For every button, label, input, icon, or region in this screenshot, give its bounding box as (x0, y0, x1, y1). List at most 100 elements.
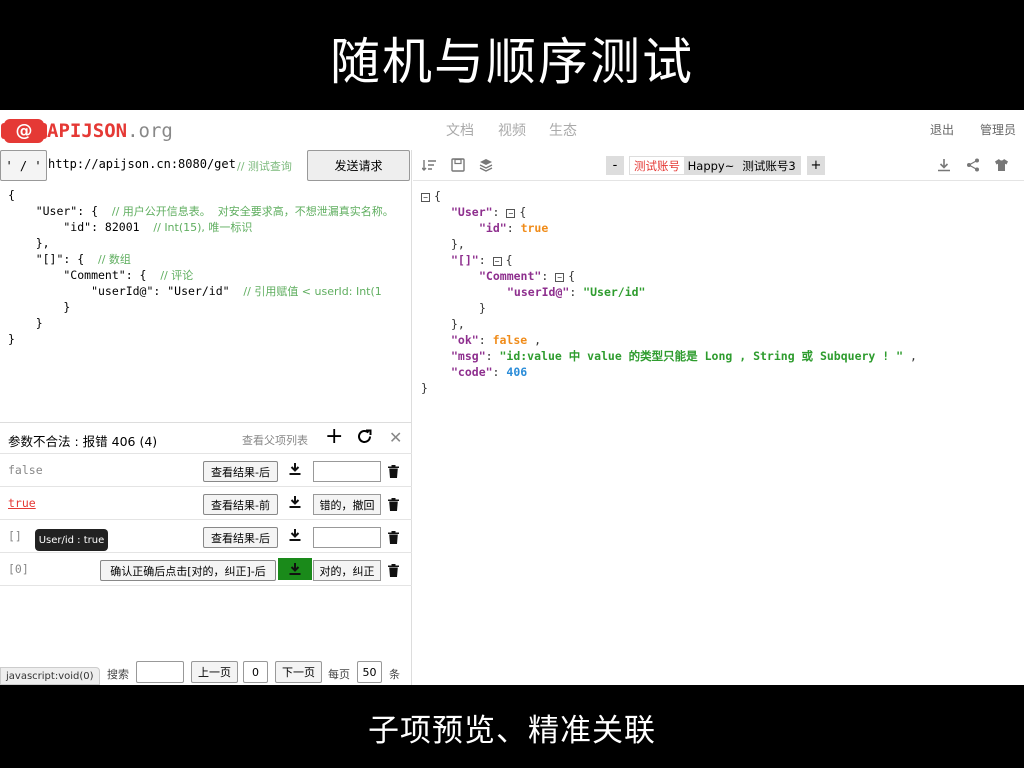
code-text: "id": 82001 (8, 220, 154, 234)
nav-docs[interactable]: 文档 (446, 120, 474, 140)
collapse-icon[interactable]: − (506, 209, 516, 218)
row-value: [0] (8, 562, 29, 576)
collapse-icon[interactable]: − (555, 273, 565, 282)
plus-icon[interactable]: + (325, 425, 343, 449)
code-line: } (8, 315, 43, 331)
code-line: }, (8, 235, 50, 251)
slide-subtitle: 子项预览、精准关联 (368, 713, 656, 749)
response-panel: - 测试账号 Happy~ 测试账号3 + −{ "User": −{ "id"… (413, 150, 1024, 685)
method-button[interactable]: ' / ' (0, 150, 47, 181)
trash-icon[interactable] (388, 496, 399, 511)
download-icon[interactable] (288, 527, 304, 545)
row-value[interactable]: true (8, 496, 36, 510)
code-text: "userId@": "User/id" (8, 284, 244, 298)
code-text: "[]": { (8, 252, 99, 266)
per-page-unit: 条 (389, 668, 400, 681)
code-text: "User": { (8, 204, 112, 218)
code-value: 406 (506, 365, 528, 379)
random-test-row[interactable]: false 查看结果-后 (0, 453, 412, 486)
code-comment: // 用户公开信息表。 对安全要求高，不想泄漏真实名称。 (111, 205, 394, 218)
close-icon[interactable]: ✕ (389, 428, 402, 447)
row-divider (0, 585, 412, 586)
user-id-ref-value: "User/id" (583, 285, 646, 299)
add-account-button[interactable]: + (807, 156, 825, 175)
request-panel: ' / ' http://apijson.cn:8080/get // 测试查询… (0, 150, 412, 685)
code-line: "[]": { // 数组 (8, 251, 131, 267)
admin-link[interactable]: 管理员 (980, 121, 1016, 138)
random-test-row[interactable]: true 查看结果-前 错的，撤回 (0, 486, 412, 519)
verdict-field[interactable] (313, 461, 381, 482)
collapse-icon[interactable]: − (421, 193, 430, 202)
code-comment: // 数组 (98, 253, 131, 266)
row-value: [] (8, 529, 22, 543)
page-number-input[interactable]: 0 (243, 661, 268, 683)
response-toolbar: - 测试账号 Happy~ 测试账号3 + (413, 150, 1024, 181)
trash-icon[interactable] (388, 562, 399, 577)
app-window: @ APIJSON .org 文档 视频 生态 退出 管理员 ' / ' htt… (0, 110, 1024, 685)
code-line: } (8, 299, 70, 315)
code-text: { (8, 188, 15, 202)
trash-icon[interactable] (388, 529, 399, 544)
code-line: "User": { // 用户公开信息表。 对安全要求高，不想泄漏真实名称。 (8, 203, 394, 219)
code-text: }, (8, 236, 50, 250)
code-line: "userId@": "User/id" // 引用赋值 < userId: I… (8, 283, 382, 299)
logo-badge-icon: @ (1, 119, 47, 143)
shirt-icon[interactable] (994, 157, 1010, 173)
verdict-button[interactable]: 对的，纠正 (313, 560, 381, 581)
collapse-icon[interactable]: − (492, 257, 502, 266)
code-comment: // Int(15), 唯一标识 (153, 221, 253, 234)
code-text: } (8, 332, 15, 346)
random-test-panel: 参数不合法 : 报错 406 (4) 查看父项列表 + ✕ false 查看结果-… (0, 422, 412, 685)
verdict-button[interactable]: 错的，撤回 (313, 494, 381, 515)
ok-value: false (492, 333, 528, 347)
verdict-field[interactable] (313, 527, 381, 548)
per-page-input[interactable]: 50 (357, 661, 382, 683)
share-icon[interactable] (966, 157, 982, 173)
url-comment: // 测试查询 (237, 160, 292, 173)
view-result-button[interactable]: 确认正确后点击[对的，纠正]-后 (100, 560, 276, 581)
code-line: } (8, 331, 15, 347)
download-icon[interactable] (278, 558, 312, 580)
code-comment: // 引用赋值 < userId: Int(1 (243, 285, 382, 298)
view-parent-list-link[interactable]: 查看父项列表 (242, 432, 308, 448)
next-page-button[interactable]: 下一页 (275, 661, 322, 683)
code-text: } (8, 316, 43, 330)
status-bar-url: javascript:void(0) (0, 667, 100, 685)
view-result-button[interactable]: 查看结果-后 (203, 461, 278, 482)
save-icon[interactable] (451, 157, 467, 173)
code-line: { (8, 187, 15, 203)
url-input[interactable]: http://apijson.cn:8080/get (48, 157, 236, 171)
random-test-row[interactable]: [0] 确认正确后点击[对的，纠正]-后 对的，纠正 (0, 552, 412, 585)
search-input[interactable] (136, 661, 184, 683)
app-header: @ APIJSON .org 文档 视频 生态 退出 管理员 (0, 110, 1024, 150)
prev-page-button[interactable]: 上一页 (191, 661, 238, 683)
download-icon[interactable] (288, 461, 304, 479)
view-result-button[interactable]: 查看结果-后 (203, 527, 278, 548)
msg-value: "id:value 中 value 的类型只能是 Long , String 或… (499, 349, 904, 363)
trash-icon[interactable] (388, 463, 399, 478)
refresh-icon[interactable] (356, 428, 373, 450)
search-label: 搜索 (107, 668, 129, 681)
send-request-button[interactable]: 发送请求 (307, 150, 410, 181)
logout-link[interactable]: 退出 (930, 121, 954, 138)
remove-account-button[interactable]: - (606, 156, 624, 175)
account-tab-active[interactable]: 测试账号 (629, 156, 685, 175)
sort-list-icon[interactable] (421, 157, 438, 173)
logo-name: APIJSON (47, 120, 128, 142)
random-test-title: 参数不合法 : 报错 406 (4) (8, 434, 158, 449)
account-tab-happy[interactable]: Happy~ (685, 156, 737, 175)
download-icon[interactable] (288, 494, 304, 512)
nav-video[interactable]: 视频 (498, 120, 526, 140)
download-icon[interactable] (937, 157, 953, 173)
nav-ecosystem[interactable]: 生态 (549, 120, 577, 140)
url-bar: ' / ' http://apijson.cn:8080/get // 测试查询… (0, 150, 412, 182)
apijson-logo[interactable]: @ APIJSON .org (1, 119, 173, 143)
code-line: "id": 82001 // Int(15), 唯一标识 (8, 219, 252, 235)
code-comment: // 评论 (160, 269, 194, 282)
view-result-button[interactable]: 查看结果-前 (203, 494, 278, 515)
request-editor[interactable]: { "User": { // 用户公开信息表。 对安全要求高，不想泄漏真实名称。… (0, 182, 412, 422)
layers-icon[interactable] (479, 157, 495, 173)
random-test-header: 参数不合法 : 报错 406 (4) 查看父项列表 + ✕ (0, 423, 412, 453)
account-tab-3[interactable]: 测试账号3 (737, 156, 801, 175)
row-value: false (8, 463, 43, 477)
